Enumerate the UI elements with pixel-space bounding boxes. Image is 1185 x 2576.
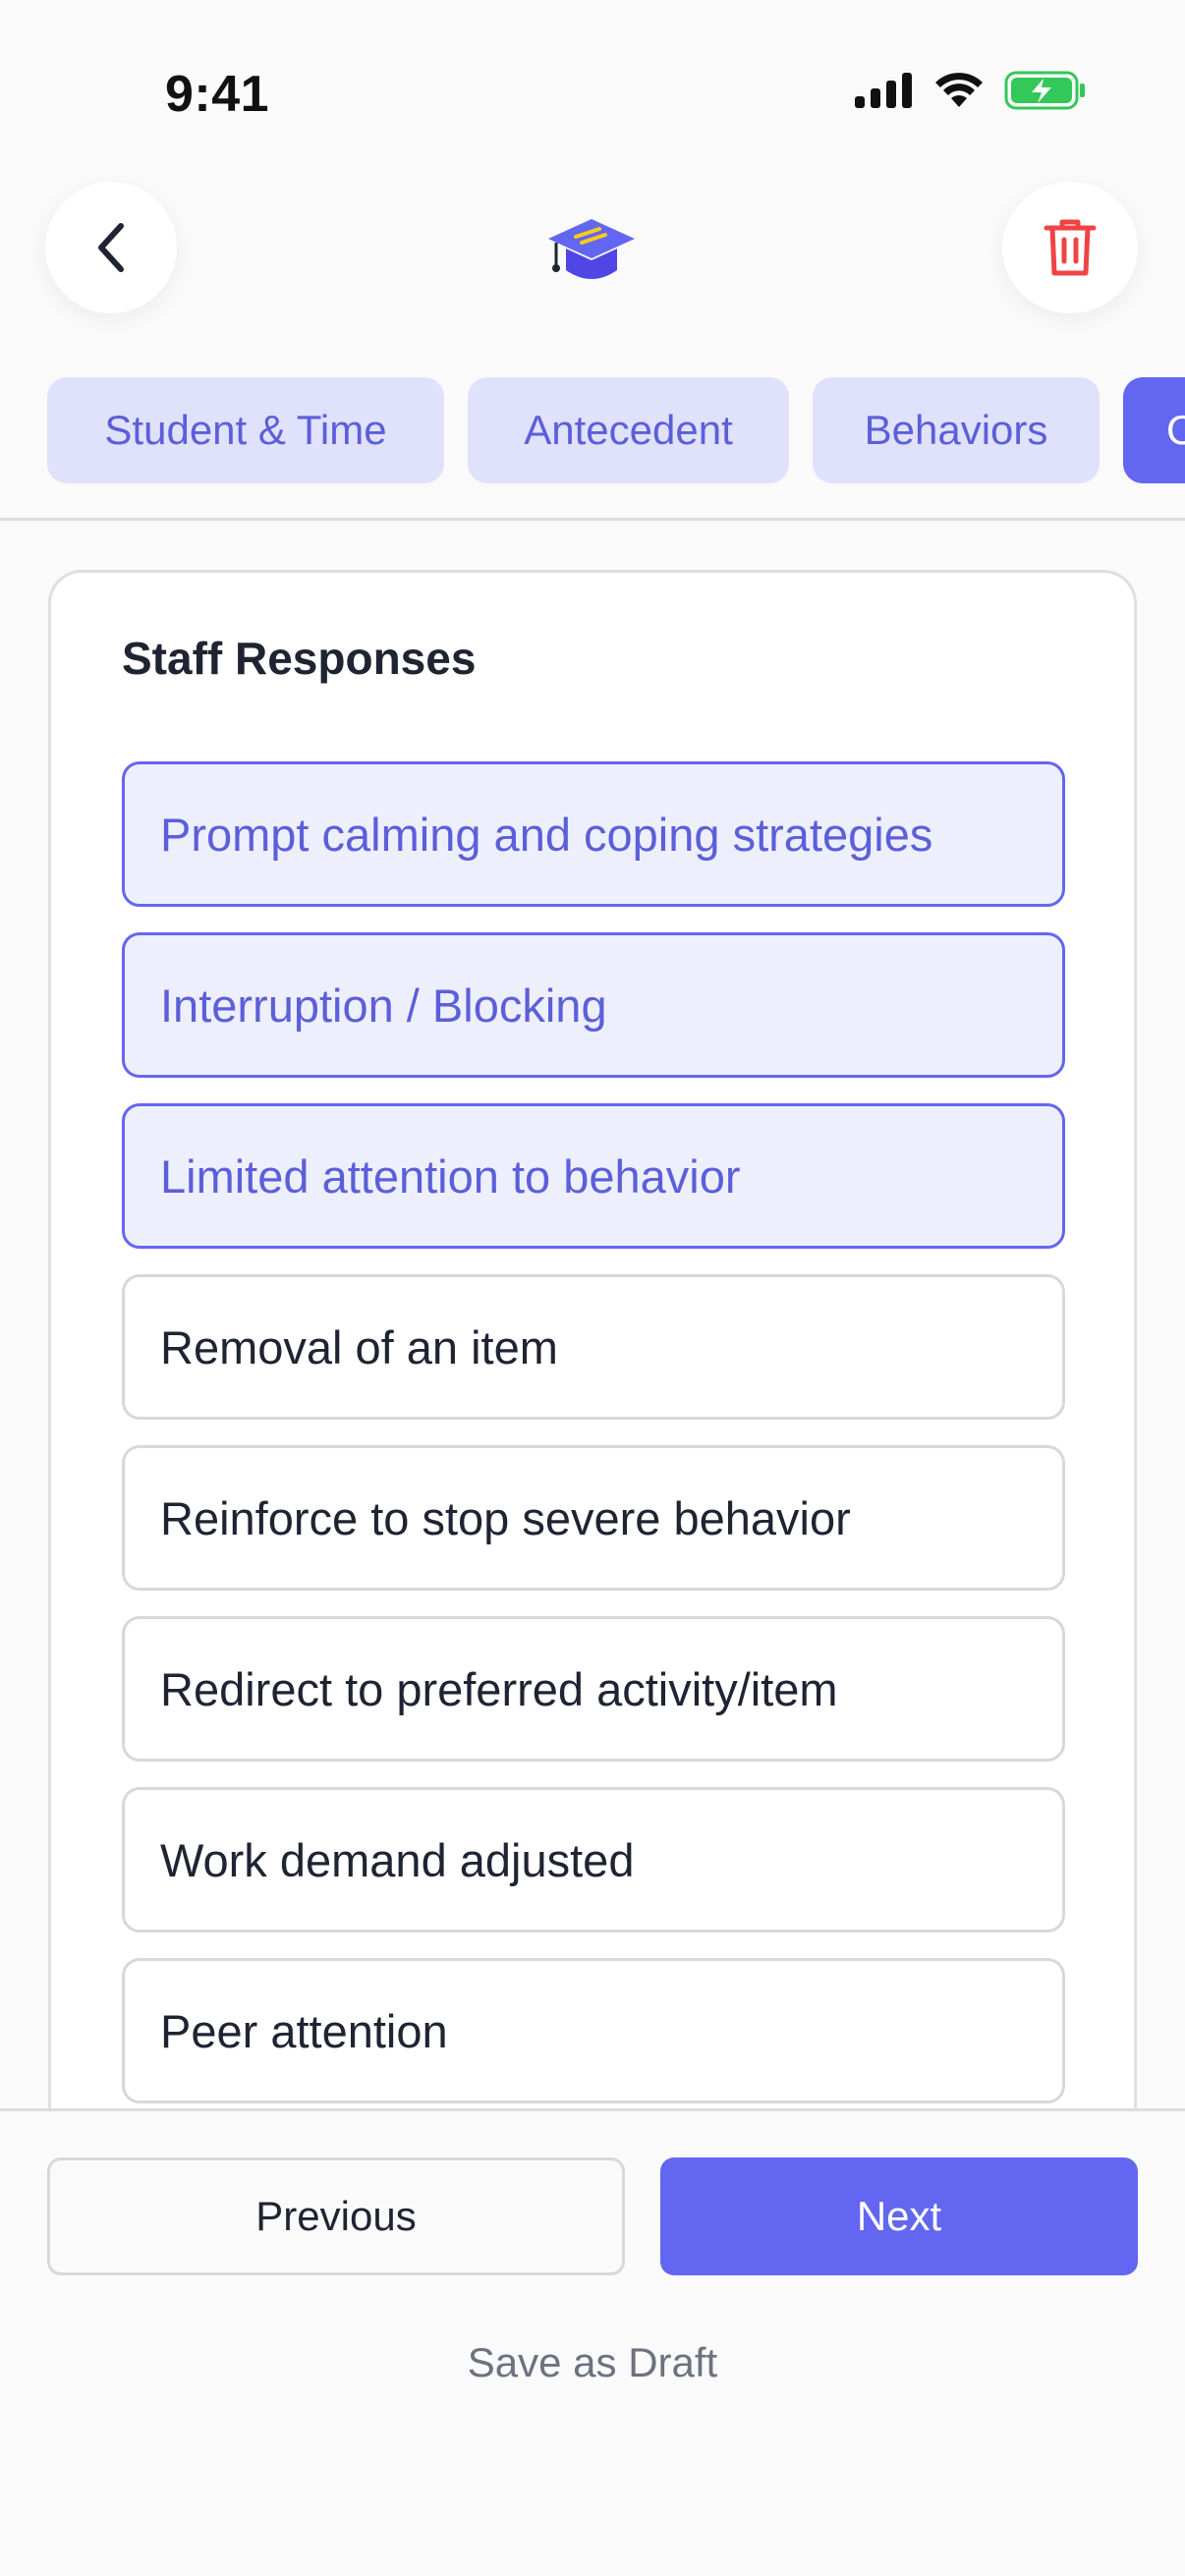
tab-antecedent[interactable]: Antecedent xyxy=(468,377,789,483)
option-peer-attention[interactable]: Peer attention xyxy=(122,1958,1065,2103)
tab-consequence[interactable]: C xyxy=(1123,377,1185,483)
back-button[interactable] xyxy=(45,182,177,313)
option-interruption-blocking[interactable]: Interruption / Blocking xyxy=(122,932,1065,1078)
option-removal-of-item[interactable]: Removal of an item xyxy=(122,1274,1065,1420)
cellular-signal-icon xyxy=(855,73,912,108)
step-tabs: Student & Time Antecedent Behaviors C xyxy=(47,377,1185,485)
trash-icon xyxy=(1044,219,1097,276)
status-bar: 9:41 xyxy=(0,0,1185,187)
wifi-icon xyxy=(935,73,983,107)
header xyxy=(0,182,1185,314)
staff-responses-card: Staff Responses Prompt calming and copin… xyxy=(48,570,1137,2122)
option-reinforce-to-stop[interactable]: Reinforce to stop severe behavior xyxy=(122,1445,1065,1591)
option-prompt-calming[interactable]: Prompt calming and coping strategies xyxy=(122,761,1065,907)
option-limited-attention[interactable]: Limited attention to behavior xyxy=(122,1103,1065,1249)
tab-student-time[interactable]: Student & Time xyxy=(47,377,444,483)
tab-behaviors[interactable]: Behaviors xyxy=(813,377,1100,483)
tabs-divider xyxy=(0,518,1185,521)
section-title: Staff Responses xyxy=(122,633,477,684)
battery-charging-icon xyxy=(1004,71,1085,110)
graduation-cap-icon xyxy=(548,219,635,279)
chevron-left-icon xyxy=(98,223,124,272)
status-time: 9:41 xyxy=(165,66,270,123)
footer: Previous Next Save as Draft xyxy=(0,2111,1185,2576)
previous-button[interactable]: Previous xyxy=(47,2157,625,2275)
option-work-demand-adjusted[interactable]: Work demand adjusted xyxy=(122,1787,1065,1932)
status-icons xyxy=(855,71,1087,110)
option-redirect-preferred[interactable]: Redirect to preferred activity/item xyxy=(122,1616,1065,1762)
next-button[interactable]: Next xyxy=(660,2157,1138,2275)
delete-button[interactable] xyxy=(1002,182,1138,313)
save-as-draft-link[interactable]: Save as Draft xyxy=(0,2339,1185,2386)
